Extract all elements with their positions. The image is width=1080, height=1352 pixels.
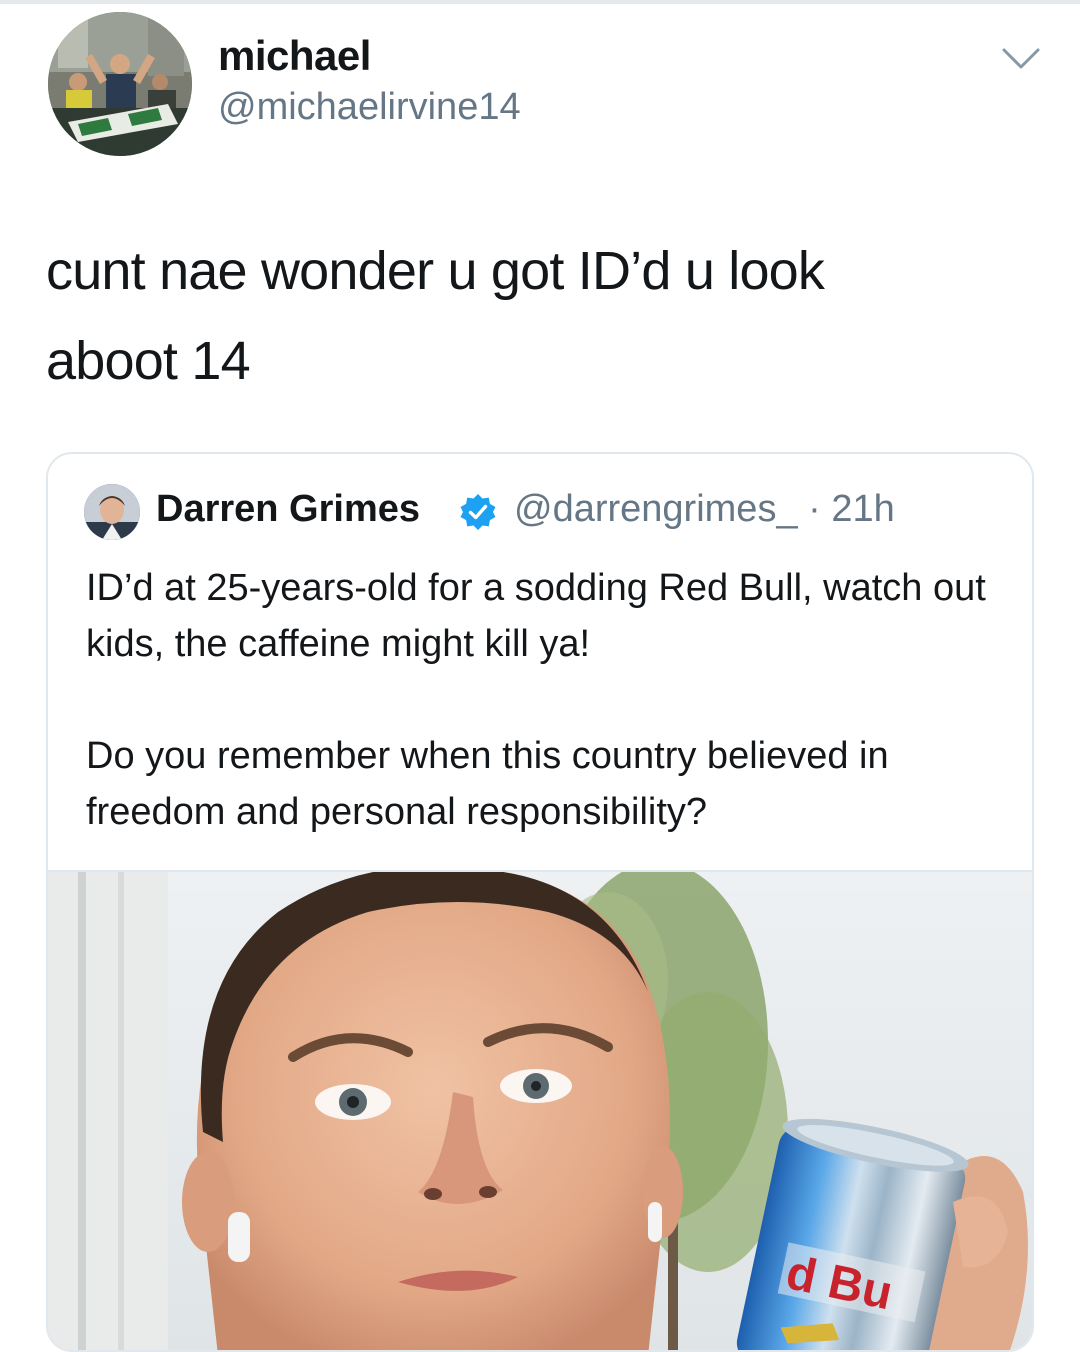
quoted-timestamp[interactable]: 21h xyxy=(831,488,894,530)
selfie-image: d Bu xyxy=(48,872,1032,1350)
quoted-tweet-photo[interactable]: d Bu xyxy=(48,870,1032,1350)
quoted-paragraph: ID’d at 25-years-old for a sodding Red B… xyxy=(86,567,986,665)
quoted-avatar-photo xyxy=(84,484,140,540)
quoted-tweet-text: ID’d at 25-years-old for a sodding Red B… xyxy=(86,560,1016,840)
avatar-photo xyxy=(48,12,192,156)
chevron-down-icon[interactable] xyxy=(1000,44,1042,74)
quoted-display-name[interactable]: Darren Grimes xyxy=(156,488,420,531)
verified-badge-icon xyxy=(458,492,498,532)
display-name[interactable]: michael xyxy=(218,32,371,80)
user-avatar[interactable] xyxy=(48,12,192,156)
user-handle[interactable]: @michaelirvine14 xyxy=(218,86,521,129)
quoted-user-avatar[interactable] xyxy=(84,484,140,540)
quoted-tweet-card[interactable]: Darren Grimes @darrengrimes_ · 21h ID’d … xyxy=(46,452,1034,1352)
quoted-paragraph: Do you remember when this country believ… xyxy=(86,735,889,833)
tweet-text-line: cunt nae wonder u got ID’d u look xyxy=(46,241,825,301)
top-divider xyxy=(0,0,1080,4)
quoted-handle[interactable]: @darrengrimes_ xyxy=(514,488,798,530)
tweet-text-line: aboot 14 xyxy=(46,331,251,391)
quoted-handle-line: @darrengrimes_ · 21h xyxy=(514,488,895,531)
tweet-text: cunt nae wonder u got ID’d u look aboot … xyxy=(46,226,1036,406)
separator-dot: · xyxy=(808,488,821,530)
